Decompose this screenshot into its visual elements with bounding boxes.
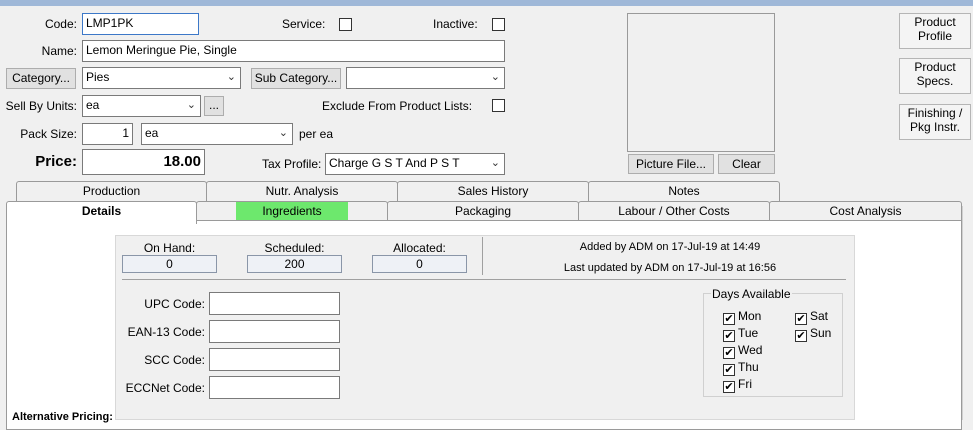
window-title-strip <box>0 0 973 6</box>
last-updated-text: Last updated by ADM on 17-Jul-19 at 16:5… <box>563 262 777 274</box>
day-label-tue: Tue <box>738 326 759 340</box>
service-checkbox[interactable] <box>339 18 352 31</box>
on-hand-value: 0 <box>122 255 217 273</box>
finishing-label-2: Pkg Instr. <box>909 120 961 134</box>
pack-unit-select[interactable]: ea ⌄ <box>141 123 293 145</box>
price-label: Price: <box>35 153 77 170</box>
day-label-sat: Sat <box>810 309 829 323</box>
day-label-thu: Thu <box>738 360 759 374</box>
chevron-down-icon: ⌄ <box>186 99 196 111</box>
eccnet-code-label: ECCNet Code: <box>125 381 205 395</box>
chevron-down-icon: ⌄ <box>278 127 288 139</box>
tab-cost-analysis[interactable]: Cost Analysis <box>769 201 962 221</box>
pack-size-field[interactable]: 1 <box>82 123 133 145</box>
product-profile-label-1: Product <box>914 15 956 29</box>
day-checkbox-wed[interactable]: ✔ Wed <box>723 343 762 359</box>
added-by-text: Added by ADM on 17-Jul-19 at 14:49 <box>579 241 761 253</box>
sell-by-units-select[interactable]: ea ⌄ <box>82 95 201 117</box>
tab-production[interactable]: Production <box>16 181 207 201</box>
inactive-checkbox[interactable] <box>492 18 505 31</box>
tax-profile-value: Charge G S T And P S T <box>329 156 460 170</box>
product-specs-label-2: Specs. <box>916 74 954 88</box>
code-field[interactable]: LMP1PK <box>82 13 199 35</box>
chevron-down-icon: ⌄ <box>490 71 500 83</box>
day-checkbox-sat[interactable]: ✔ Sat <box>795 309 828 325</box>
day-label-wed: Wed <box>738 343 763 357</box>
category-value: Pies <box>86 70 110 84</box>
pack-unit-value: ea <box>145 126 159 140</box>
tax-profile-label: Tax Profile: <box>262 157 322 171</box>
check-icon: ✔ <box>723 364 735 376</box>
stats-divider <box>482 237 483 275</box>
check-icon: ✔ <box>723 381 735 393</box>
upc-code-label: UPC Code: <box>144 297 205 311</box>
day-checkbox-thu[interactable]: ✔ Thu <box>723 360 759 376</box>
on-hand-label: On Hand: <box>143 241 196 255</box>
day-checkbox-fri[interactable]: ✔ Fri <box>723 377 752 393</box>
day-label-sun: Sun <box>810 326 832 340</box>
check-icon: ✔ <box>795 313 807 325</box>
sub-category-select[interactable]: ⌄ <box>346 67 505 89</box>
eccnet-code-field[interactable] <box>209 376 340 399</box>
product-picture <box>627 13 775 152</box>
product-profile-button[interactable]: Product Profile <box>899 13 971 49</box>
inactive-label: Inactive: <box>433 17 478 31</box>
chevron-down-icon: ⌄ <box>490 157 500 169</box>
category-button[interactable]: Category... <box>6 68 76 89</box>
day-checkbox-sun[interactable]: ✔ Sun <box>795 326 831 342</box>
sell-by-units-label: Sell By Units: <box>5 99 77 113</box>
upc-code-field[interactable] <box>209 292 340 315</box>
picture-file-button[interactable]: Picture File... <box>628 154 714 174</box>
allocated-value: 0 <box>372 255 467 273</box>
day-label-mon: Mon <box>738 309 762 323</box>
scheduled-value: 200 <box>247 255 342 273</box>
finishing-pkg-button[interactable]: Finishing / Pkg Instr. <box>899 104 971 140</box>
pack-size-label: Pack Size: <box>20 127 77 141</box>
tab-ingredients-label: Ingredients <box>236 202 348 221</box>
scc-code-label: SCC Code: <box>144 353 205 367</box>
product-specs-button[interactable]: Product Specs. <box>899 58 971 94</box>
scheduled-label: Scheduled: <box>264 241 325 255</box>
clear-picture-button[interactable]: Clear <box>718 154 775 174</box>
service-label: Service: <box>282 17 326 31</box>
sub-category-button[interactable]: Sub Category... <box>251 68 341 89</box>
product-specs-label-1: Product <box>914 60 956 74</box>
tab-labour-other-costs[interactable]: Labour / Other Costs <box>578 201 770 221</box>
chevron-down-icon: ⌄ <box>226 71 236 83</box>
ean-13-code-label: EAN-13 Code: <box>127 325 205 339</box>
tax-profile-select[interactable]: Charge G S T And P S T ⌄ <box>325 153 505 175</box>
section-divider <box>122 279 846 280</box>
tab-notes[interactable]: Notes <box>588 181 780 201</box>
tab-packaging[interactable]: Packaging <box>387 201 579 221</box>
tab-details[interactable]: Details <box>6 201 197 224</box>
exclude-checkbox[interactable] <box>492 99 505 112</box>
scc-code-field[interactable] <box>209 348 340 371</box>
tab-sales-history[interactable]: Sales History <box>397 181 589 201</box>
check-icon: ✔ <box>795 330 807 342</box>
name-label: Name: <box>41 44 77 58</box>
product-profile-label-2: Profile <box>917 29 952 43</box>
tab-nutr-analysis[interactable]: Nutr. Analysis <box>206 181 398 201</box>
check-icon: ✔ <box>723 347 735 359</box>
finishing-label-1: Finishing / <box>907 106 963 120</box>
days-available-title: Days Available <box>711 287 792 301</box>
sell-units-lookup-button[interactable]: ... <box>204 96 224 116</box>
alternative-pricing-label: Alternative Pricing: <box>12 411 113 423</box>
price-field[interactable]: 18.00 <box>82 149 205 175</box>
check-icon: ✔ <box>723 313 735 325</box>
day-checkbox-tue[interactable]: ✔ Tue <box>723 326 758 342</box>
tab-ingredients[interactable]: Ingredients <box>196 201 388 221</box>
name-field[interactable]: Lemon Meringue Pie, Single <box>82 40 505 62</box>
day-label-fri: Fri <box>738 377 752 391</box>
exclude-label: Exclude From Product Lists: <box>322 99 473 113</box>
vertical-scrollbar[interactable] <box>962 206 973 420</box>
code-label: Code: <box>44 17 77 31</box>
check-icon: ✔ <box>723 330 735 342</box>
day-checkbox-mon[interactable]: ✔ Mon <box>723 309 761 325</box>
allocated-label: Allocated: <box>393 241 446 255</box>
ean-13-code-field[interactable] <box>209 320 340 343</box>
category-select[interactable]: Pies ⌄ <box>82 67 241 89</box>
per-unit-label: per ea <box>299 127 334 141</box>
sell-by-units-value: ea <box>86 98 100 112</box>
